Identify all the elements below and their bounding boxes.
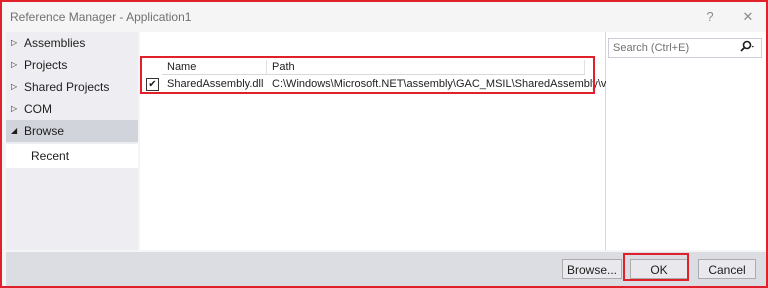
- dialog-title: Reference Manager - Application1: [10, 10, 192, 24]
- sidebar-item-label: Browse: [24, 124, 65, 138]
- search-icon-graphic: [740, 40, 754, 52]
- expand-arrow-icon: ▷: [11, 60, 18, 69]
- help-button[interactable]: ?: [700, 7, 720, 27]
- sidebar-item-label: Shared Projects: [24, 80, 110, 94]
- close-icon[interactable]: ✕: [738, 7, 758, 27]
- sidebar-item-shared-projects[interactable]: ▷ Shared Projects: [6, 76, 138, 98]
- search-icon[interactable]: [739, 40, 757, 57]
- sidebar-item-label: Assemblies: [24, 36, 86, 50]
- sidebar-item-label: Recent: [31, 149, 70, 163]
- highlight-box-reference: [140, 56, 595, 94]
- sidebar-item-recent[interactable]: Recent: [6, 144, 138, 168]
- expand-arrow-icon: ▷: [11, 38, 18, 47]
- expand-arrow-icon: ▷: [11, 104, 18, 113]
- expand-arrow-icon: ▷: [11, 82, 18, 91]
- sidebar-item-com[interactable]: ▷ COM: [6, 98, 138, 120]
- sidebar-item-browse[interactable]: ◢ Browse: [6, 120, 138, 142]
- sidebar-item-label: Projects: [24, 58, 68, 72]
- browse-button[interactable]: Browse...: [562, 259, 622, 279]
- reference-manager-dialog: Reference Manager - Application1 ? ✕ ▷ A…: [0, 0, 768, 288]
- sidebar-item-projects[interactable]: ▷ Projects: [6, 54, 138, 76]
- search-placeholder: Search (Ctrl+E): [613, 42, 690, 54]
- highlight-box-ok: [623, 253, 689, 281]
- sidebar-item-label: COM: [24, 102, 52, 116]
- search-input[interactable]: Search (Ctrl+E): [608, 38, 762, 58]
- sidebar: ▷ Assemblies ▷ Projects ▷ Shared Project…: [6, 32, 138, 250]
- details-panel: Search (Ctrl+E): [606, 32, 766, 250]
- collapse-arrow-icon: ◢: [11, 126, 18, 135]
- cancel-button[interactable]: Cancel: [698, 259, 756, 279]
- sidebar-item-assemblies[interactable]: ▷ Assemblies: [6, 32, 138, 54]
- title-bar: Reference Manager - Application1 ? ✕: [2, 2, 766, 32]
